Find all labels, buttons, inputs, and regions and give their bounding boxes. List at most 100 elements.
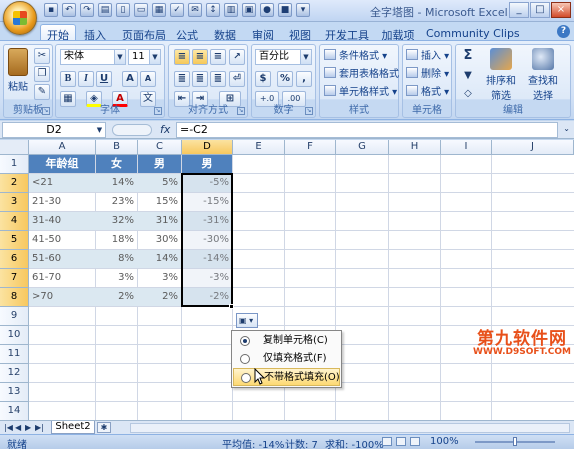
row-header-4[interactable]: 4 bbox=[0, 212, 29, 231]
column-header-i[interactable]: I bbox=[441, 140, 492, 155]
table-cell[interactable]: 21-30 bbox=[29, 193, 95, 211]
horizontal-scrollbar[interactable] bbox=[130, 423, 570, 433]
record-icon[interactable]: ● bbox=[260, 3, 274, 17]
table-header-cell[interactable]: 男 bbox=[182, 155, 232, 173]
sheet-tab-sheet2[interactable]: Sheet2 bbox=[51, 421, 95, 434]
table-cell[interactable]: 30% bbox=[138, 231, 181, 249]
previous-sheet-icon[interactable]: ◀ bbox=[15, 423, 21, 432]
stop-icon[interactable]: ■ bbox=[278, 3, 292, 17]
column-header-j[interactable]: J bbox=[492, 140, 574, 155]
print-icon[interactable]: ▦ bbox=[152, 3, 166, 17]
column-header-h[interactable]: H bbox=[389, 140, 441, 155]
table-header-cell[interactable]: 男 bbox=[138, 155, 181, 173]
formula-input[interactable]: =-C2 bbox=[176, 122, 558, 138]
row-header-2[interactable]: 2 bbox=[0, 174, 29, 193]
table-cell[interactable]: 18% bbox=[96, 231, 137, 249]
format-as-table-button[interactable]: 套用表格格式 ▾ bbox=[324, 67, 407, 81]
insert-sheet-icon[interactable]: ✱ bbox=[97, 422, 111, 433]
close-button[interactable]: × bbox=[551, 2, 571, 18]
redo-icon[interactable]: ↷ bbox=[80, 3, 94, 17]
table-cell[interactable]: -31% bbox=[182, 212, 232, 230]
table-cell[interactable]: 31-40 bbox=[29, 212, 95, 230]
first-sheet-icon[interactable]: |◀ bbox=[4, 423, 13, 432]
menu-item-fill-without-formatting[interactable]: 不带格式填充(O) bbox=[233, 368, 340, 386]
row-header-8[interactable]: 8 bbox=[0, 288, 29, 307]
table-cell[interactable]: 51-60 bbox=[29, 250, 95, 268]
font-size-combo[interactable]: 11 ▼ bbox=[128, 49, 161, 65]
table-cell[interactable]: -5% bbox=[182, 174, 232, 192]
zoom-level[interactable]: 100% bbox=[430, 436, 459, 447]
font-launcher-icon[interactable]: ↘ bbox=[154, 107, 162, 115]
table-cell[interactable]: 41-50 bbox=[29, 231, 95, 249]
grow-font-button[interactable]: A bbox=[122, 71, 138, 87]
table-cell[interactable]: -30% bbox=[182, 231, 232, 249]
percent-button[interactable]: % bbox=[277, 71, 293, 87]
formula-bar-resize-handle[interactable] bbox=[112, 124, 152, 136]
table-cell[interactable]: 8% bbox=[96, 250, 137, 268]
paste-options-button[interactable]: ▣ ▾ bbox=[236, 313, 258, 328]
spelling-icon[interactable]: ✓ bbox=[170, 3, 184, 17]
chart-icon[interactable]: ▥ bbox=[224, 3, 238, 17]
tab-view[interactable]: 视图 bbox=[285, 25, 315, 42]
align-top-icon[interactable]: ≡ bbox=[174, 49, 190, 65]
format-cells-button[interactable]: 格式 ▾ bbox=[406, 85, 449, 99]
expand-formula-bar-icon[interactable]: ⌄ bbox=[563, 124, 570, 133]
sort-icon[interactable]: ↕ bbox=[206, 3, 220, 17]
row-header-5[interactable]: 5 bbox=[0, 231, 29, 250]
column-header-e[interactable]: E bbox=[233, 140, 285, 155]
column-header-d[interactable]: D bbox=[182, 140, 233, 155]
table-cell[interactable]: -14% bbox=[182, 250, 232, 268]
cell-styles-button[interactable]: 单元格样式 ▾ bbox=[324, 85, 397, 99]
column-header-c[interactable]: C bbox=[138, 140, 182, 155]
copy-icon[interactable]: ❐ bbox=[34, 66, 50, 82]
table-cell[interactable]: <21 bbox=[29, 174, 95, 192]
table-cell[interactable]: 31% bbox=[138, 212, 181, 230]
name-box[interactable]: D2 ▼ bbox=[2, 122, 106, 138]
menu-item-copy-cells[interactable]: 复制单元格(C) bbox=[233, 332, 340, 350]
align-center-icon[interactable]: ≣ bbox=[192, 71, 208, 87]
row-header-13[interactable]: 13 bbox=[0, 383, 29, 402]
table-cell[interactable]: 3% bbox=[138, 269, 181, 287]
office-button[interactable] bbox=[3, 1, 37, 35]
table-cell[interactable]: 3% bbox=[96, 269, 137, 287]
autosum-button[interactable]: Σ bbox=[460, 49, 476, 65]
underline-button[interactable]: U bbox=[96, 71, 112, 87]
align-left-icon[interactable]: ≣ bbox=[174, 71, 190, 87]
tab-insert[interactable]: 插入 bbox=[80, 25, 110, 42]
help-icon[interactable]: ? bbox=[557, 25, 570, 38]
italic-button[interactable]: I bbox=[78, 71, 94, 87]
clipboard-launcher-icon[interactable]: ↘ bbox=[42, 107, 50, 115]
comma-button[interactable]: , bbox=[296, 71, 312, 87]
row-header-6[interactable]: 6 bbox=[0, 250, 29, 269]
customize-qat-icon[interactable]: ▾ bbox=[296, 3, 310, 17]
row-header-12[interactable]: 12 bbox=[0, 364, 29, 383]
column-header-b[interactable]: B bbox=[96, 140, 138, 155]
new-document-icon[interactable]: ▯ bbox=[116, 3, 130, 17]
next-sheet-icon[interactable]: ▶ bbox=[25, 423, 31, 432]
image-icon[interactable]: ▣ bbox=[242, 3, 256, 17]
conditional-formatting-button[interactable]: 条件格式 ▾ bbox=[324, 49, 387, 63]
table-header-cell[interactable]: 女 bbox=[96, 155, 137, 173]
insert-function-icon[interactable]: fx bbox=[160, 123, 170, 136]
delete-cells-button[interactable]: 删除 ▾ bbox=[406, 67, 449, 81]
table-cell[interactable]: 14% bbox=[138, 250, 181, 268]
tab-page-layout[interactable]: 页面布局 bbox=[118, 25, 170, 42]
maximize-button[interactable]: □ bbox=[530, 2, 550, 18]
print-preview-icon[interactable]: ▤ bbox=[98, 3, 112, 17]
bold-button[interactable]: B bbox=[60, 71, 76, 87]
fill-icon[interactable]: ▼ bbox=[460, 69, 476, 85]
number-format-combo[interactable]: 百分比 ▼ bbox=[255, 49, 312, 65]
align-middle-icon[interactable]: ≡ bbox=[192, 49, 208, 65]
align-bottom-icon[interactable]: ≡ bbox=[210, 49, 226, 65]
page-break-view-icon[interactable] bbox=[410, 437, 420, 446]
fill-handle[interactable] bbox=[229, 304, 234, 309]
tab-community-clips[interactable]: Community Clips bbox=[426, 25, 520, 41]
table-cell[interactable]: >70 bbox=[29, 288, 95, 306]
tab-developer[interactable]: 开发工具 bbox=[322, 25, 372, 42]
table-cell[interactable]: 23% bbox=[96, 193, 137, 211]
table-cell[interactable]: 14% bbox=[96, 174, 137, 192]
format-painter-icon[interactable]: ✎ bbox=[34, 84, 50, 100]
row-header-9[interactable]: 9 bbox=[0, 307, 29, 326]
shrink-font-button[interactable]: A bbox=[140, 71, 156, 87]
tab-review[interactable]: 审阅 bbox=[248, 25, 278, 42]
